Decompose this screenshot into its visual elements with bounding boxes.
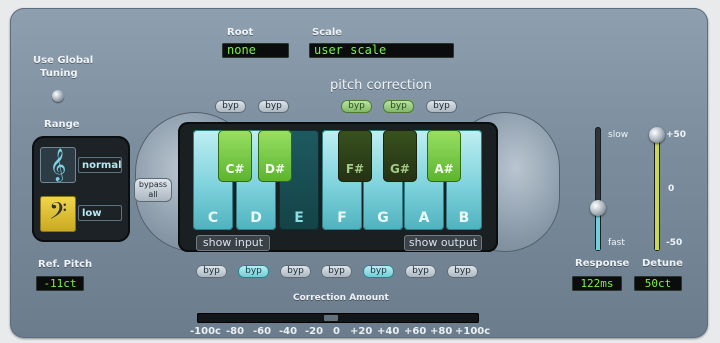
scale-label: Scale (312, 27, 343, 38)
root-select[interactable]: none (222, 43, 289, 58)
byp-g[interactable]: byp (363, 265, 394, 278)
correction-amount-meter (197, 313, 479, 323)
key-g-sharp-label: G# (390, 162, 410, 176)
detune-slider-thumb[interactable] (649, 127, 665, 143)
use-global-tuning-label-2: Tuning (40, 68, 78, 79)
show-output-button[interactable]: show output (404, 235, 482, 251)
key-f-label: F (337, 210, 347, 226)
slow-label: slow (608, 130, 629, 140)
key-b-label: B (458, 210, 470, 226)
byp-f-sharp[interactable]: byp (341, 100, 372, 113)
scale-plus-60: +60 (404, 326, 427, 337)
key-c-sharp[interactable]: C# (218, 130, 252, 182)
byp-d[interactable]: byp (238, 265, 269, 278)
key-g-sharp[interactable]: G# (383, 130, 417, 182)
scale-zero: 0 (333, 326, 340, 337)
scale-minus-20: -20 (305, 326, 324, 337)
treble-clef-icon[interactable]: 𝄞 (40, 147, 76, 183)
show-input-button[interactable]: show input (196, 235, 270, 251)
key-f-sharp-label: F# (345, 162, 365, 176)
range-label: Range (44, 119, 80, 130)
detune-label: Detune (642, 258, 683, 269)
key-a-label: A (418, 210, 430, 226)
pitch-correction-plugin: Root none Scale user scale pitch correct… (0, 0, 720, 343)
key-c-label: C (207, 210, 219, 226)
detune-tick-bottom: -50 (666, 238, 683, 248)
key-a-sharp-label: A# (434, 162, 454, 176)
scale-plus-100: +100c (455, 326, 491, 337)
correction-amount-label: Correction Amount (293, 293, 389, 303)
bypass-all-label-2: all (148, 190, 158, 199)
ref-pitch-label: Ref. Pitch (38, 259, 93, 270)
byp-b[interactable]: byp (447, 265, 478, 278)
response-label: Response (575, 258, 630, 269)
byp-g-sharp[interactable]: byp (383, 100, 414, 113)
scale-select[interactable]: user scale (309, 43, 454, 58)
byp-e[interactable]: byp (280, 265, 311, 278)
response-field[interactable]: 122ms (572, 276, 622, 291)
response-slider-thumb[interactable] (590, 200, 606, 216)
bass-clef-icon[interactable]: 𝄢 (40, 196, 76, 232)
key-d-sharp[interactable]: D# (258, 130, 292, 182)
byp-f[interactable]: byp (321, 265, 352, 278)
detune-field[interactable]: 50ct (634, 276, 682, 291)
key-g-label: G (377, 210, 389, 226)
root-label: Root (227, 27, 254, 38)
byp-c[interactable]: byp (196, 265, 227, 278)
key-a-sharp[interactable]: A# (427, 130, 461, 182)
response-slider-fill (596, 210, 600, 250)
correction-amount-indicator (324, 315, 338, 321)
key-e-label: E (294, 210, 304, 226)
pitch-correction-title: pitch correction (330, 78, 432, 93)
byp-c-sharp[interactable]: byp (215, 100, 246, 113)
range-normal-label[interactable]: normal (82, 160, 122, 171)
key-f-sharp[interactable]: F# (338, 130, 372, 182)
bypass-all-button[interactable]: bypass all (134, 178, 172, 202)
use-global-tuning-label-1: Use Global (33, 55, 94, 66)
scale-minus-100: -100c (190, 326, 221, 337)
key-c-sharp-label: C# (225, 162, 245, 176)
scale-plus-80: +80 (430, 326, 453, 337)
ref-pitch-field[interactable]: -11ct (36, 276, 84, 291)
detune-tick-top: +50 (666, 130, 687, 140)
scale-minus-40: -40 (279, 326, 298, 337)
byp-a[interactable]: byp (405, 265, 436, 278)
detune-slider-fill (655, 135, 659, 250)
scale-minus-60: -60 (253, 326, 272, 337)
key-d-label: D (250, 210, 262, 226)
scale-plus-20: +20 (350, 326, 373, 337)
byp-a-sharp[interactable]: byp (426, 100, 457, 113)
key-d-sharp-label: D# (264, 162, 285, 176)
bypass-all-label-1: bypass (138, 180, 168, 189)
fast-label: fast (608, 238, 625, 248)
byp-d-sharp[interactable]: byp (258, 100, 289, 113)
range-low-label[interactable]: low (82, 208, 102, 219)
scale-minus-80: -80 (226, 326, 245, 337)
detune-tick-mid: 0 (668, 184, 675, 194)
use-global-tuning-toggle[interactable] (52, 90, 64, 102)
scale-plus-40: +40 (377, 326, 400, 337)
